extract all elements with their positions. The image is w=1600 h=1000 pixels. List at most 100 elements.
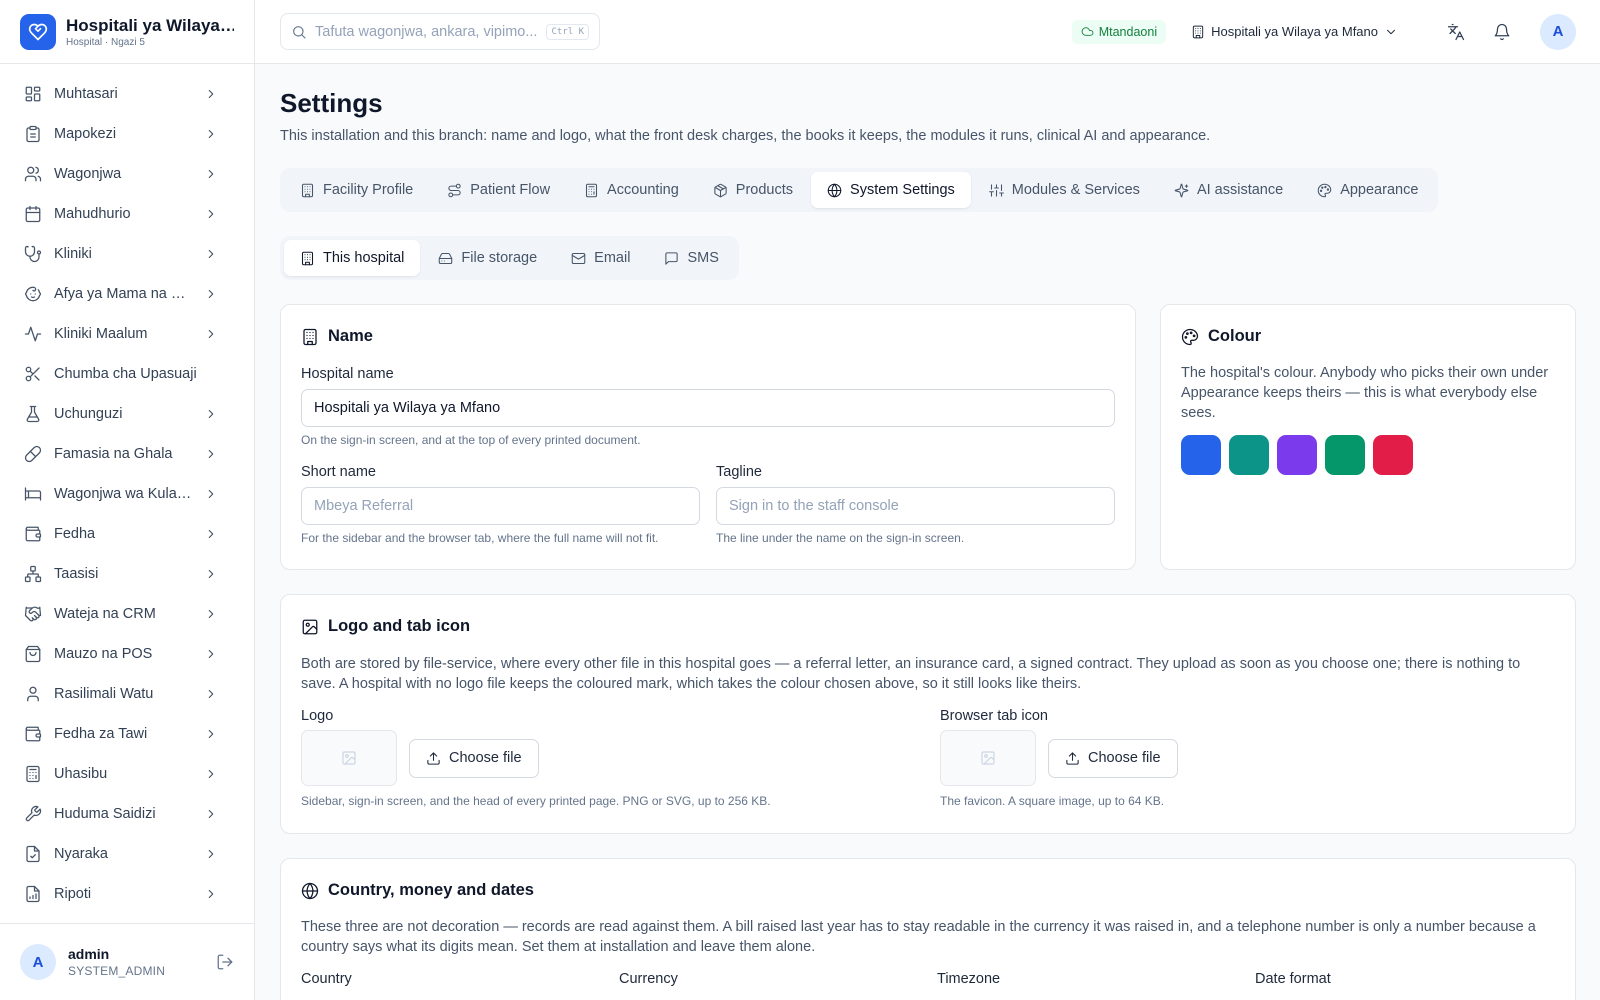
colour-swatch[interactable] <box>1181 435 1221 475</box>
name-card: Name Hospital name Hospitali ya Wilaya y… <box>280 304 1136 570</box>
sidebar-item-famasia-na-ghala[interactable]: Famasia na Ghala <box>0 434 254 474</box>
sidebar-item-fedha[interactable]: Fedha <box>0 514 254 554</box>
logo-hint: Sidebar, sign-in screen, and the head of… <box>301 794 771 808</box>
sidebar-item-uhasibu[interactable]: Uhasibu <box>0 754 254 794</box>
timezone-label: Timezone <box>937 971 1001 987</box>
heart-logo-icon <box>20 13 56 50</box>
calendar-icon <box>25 205 41 223</box>
sidebar-item-uchunguzi[interactable]: Uchunguzi <box>0 394 254 434</box>
page-description: This installation and this branch: name … <box>280 128 1211 144</box>
settings-tabs: Facility Profile Patient Flow Accounting Pr… <box>280 168 1439 212</box>
colour-swatch[interactable] <box>1277 435 1317 475</box>
tab-system-settings[interactable]: System Settings <box>811 172 971 208</box>
chevron-right-icon <box>208 730 214 738</box>
tab-products[interactable]: Products <box>697 172 809 208</box>
chart-icon <box>26 885 40 903</box>
date-format-label: Date format <box>1255 971 1331 987</box>
logo-choose-file-button[interactable]: Choose file <box>409 738 539 778</box>
sidebar-item-label: Chumba cha Upasuaji <box>54 366 197 382</box>
sidebar-item-kliniki[interactable]: Kliniki <box>0 234 254 274</box>
sidebar-item-mapokezi[interactable]: Mapokezi <box>0 114 254 154</box>
tab-patient-flow[interactable]: Patient Flow <box>431 172 566 208</box>
chevron-right-icon <box>208 450 214 458</box>
sidebar-item-wagonjwa[interactable]: Wagonjwa <box>0 154 254 194</box>
bell-icon[interactable] <box>1484 14 1520 50</box>
favicon-hint: The favicon. A square image, up to 64 KB… <box>940 794 1165 808</box>
short-name-label: Short name <box>301 464 376 480</box>
subtab-sms[interactable]: SMS <box>648 240 734 276</box>
chevron-right-icon <box>208 250 214 258</box>
colour-swatch[interactable] <box>1373 435 1413 475</box>
tab-facility-profile[interactable]: Facility Profile <box>284 172 429 208</box>
building-icon <box>303 328 317 345</box>
activity-icon <box>24 326 42 342</box>
chevron-right-icon <box>208 530 214 538</box>
tagline-field[interactable]: Sign in to the staff console <box>716 487 1115 525</box>
colour-swatch[interactable] <box>1325 435 1365 475</box>
sliders-icon <box>988 183 1004 197</box>
sidebar-item-label: Uhasibu <box>54 766 108 782</box>
sparkles-icon <box>1174 183 1189 197</box>
tab-ai-assistance[interactable]: AI assistance <box>1158 172 1299 208</box>
sidebar-item-wateja-na-crm[interactable]: Wateja na CRM <box>0 594 254 634</box>
brand[interactable]: Hospitali ya Wilaya ya Mfano Hospital · … <box>0 0 254 64</box>
user-icon <box>27 686 39 702</box>
chevron-right-icon <box>208 210 214 218</box>
image-icon <box>302 619 318 634</box>
sidebar-item-label: Rasilimali Watu <box>54 686 154 702</box>
baby-icon <box>24 286 42 302</box>
logout-icon[interactable] <box>216 953 234 971</box>
hospital-name-value: Hospitali ya Wilaya ya Mfano <box>314 400 501 416</box>
sidebar-item-label: Mahudhurio <box>54 206 131 222</box>
colour-swatch[interactable] <box>1229 435 1269 475</box>
sidebar-item-mahudhurio[interactable]: Mahudhurio <box>0 194 254 234</box>
subtab-email[interactable]: Email <box>555 240 646 276</box>
subtab-this-hospital[interactable]: This hospital <box>284 240 421 276</box>
branch-selector[interactable]: Hospitali ya Wilaya ya Mfano <box>1191 24 1398 39</box>
sidebar-item-mauzo-na-pos[interactable]: Mauzo na POS <box>0 634 254 674</box>
upload-icon <box>1066 751 1079 765</box>
tab-label: This hospital <box>323 250 405 266</box>
sidebar-item-fedha-za-tawi[interactable]: Fedha za Tawi <box>0 714 254 754</box>
sidebar-item-wagonjwa-wa-kulazwa[interactable]: Wagonjwa wa Kulazwa <box>0 474 254 514</box>
user-name: admin <box>68 946 110 962</box>
scissors-icon <box>25 366 40 382</box>
sidebar-item-nyaraka[interactable]: Nyaraka <box>0 834 254 874</box>
short-name-hint: For the sidebar and the browser tab, whe… <box>301 531 659 545</box>
chevron-right-icon <box>208 770 214 778</box>
user-avatar[interactable]: A <box>20 944 56 980</box>
tab-accounting[interactable]: Accounting <box>568 172 695 208</box>
sidebar-item-rasilimali-watu[interactable]: Rasilimali Watu <box>0 674 254 714</box>
logo-card-title: Logo and tab icon <box>328 617 471 635</box>
dashboard-icon <box>25 86 41 102</box>
sidebar-item-afya-ya-mama-na-mtoto[interactable]: Afya ya Mama na Mtoto <box>0 274 254 314</box>
favicon-label: Browser tab icon <box>940 708 1048 724</box>
favicon-choose-file-button[interactable]: Choose file <box>1048 738 1178 778</box>
users-icon <box>24 166 42 182</box>
favicon-preview <box>940 730 1036 786</box>
calculator-icon <box>26 765 40 783</box>
search-input[interactable]: Tafuta wagonjwa, ankara, vipimo... Ctrl … <box>280 13 600 50</box>
search-placeholder: Tafuta wagonjwa, ankara, vipimo... <box>315 23 538 40</box>
language-icon[interactable] <box>1438 14 1474 50</box>
hospital-name-field[interactable]: Hospitali ya Wilaya ya Mfano <box>301 389 1115 427</box>
sidebar-item-huduma-saidizi[interactable]: Huduma Saidizi <box>0 794 254 834</box>
sidebar-item-taasisi[interactable]: Taasisi <box>0 554 254 594</box>
chevron-right-icon <box>208 810 214 818</box>
top-avatar[interactable]: A <box>1540 13 1576 50</box>
chevron-right-icon <box>208 650 214 658</box>
tab-label: System Settings <box>850 182 955 198</box>
sidebar-item-kliniki-maalum[interactable]: Kliniki Maalum <box>0 314 254 354</box>
tab-appearance[interactable]: Appearance <box>1301 172 1434 208</box>
tab-modules-services[interactable]: Modules & Services <box>973 172 1156 208</box>
sidebar-item-label: Fedha <box>54 526 96 542</box>
short-name-field[interactable]: Mbeya Referral <box>301 487 700 525</box>
subtab-file-storage[interactable]: File storage <box>422 240 553 276</box>
wallet-icon <box>25 526 42 542</box>
tab-label: Products <box>735 182 794 198</box>
tagline-placeholder: Sign in to the staff console <box>729 498 899 514</box>
sidebar-item-label: Wagonjwa <box>54 166 122 182</box>
sidebar-item-ripoti[interactable]: Ripoti <box>0 874 254 914</box>
sidebar-item-muhtasari[interactable]: Muhtasari <box>0 74 254 114</box>
sidebar-item-chumba-cha-upasuaji[interactable]: Chumba cha Upasuaji <box>0 354 254 394</box>
